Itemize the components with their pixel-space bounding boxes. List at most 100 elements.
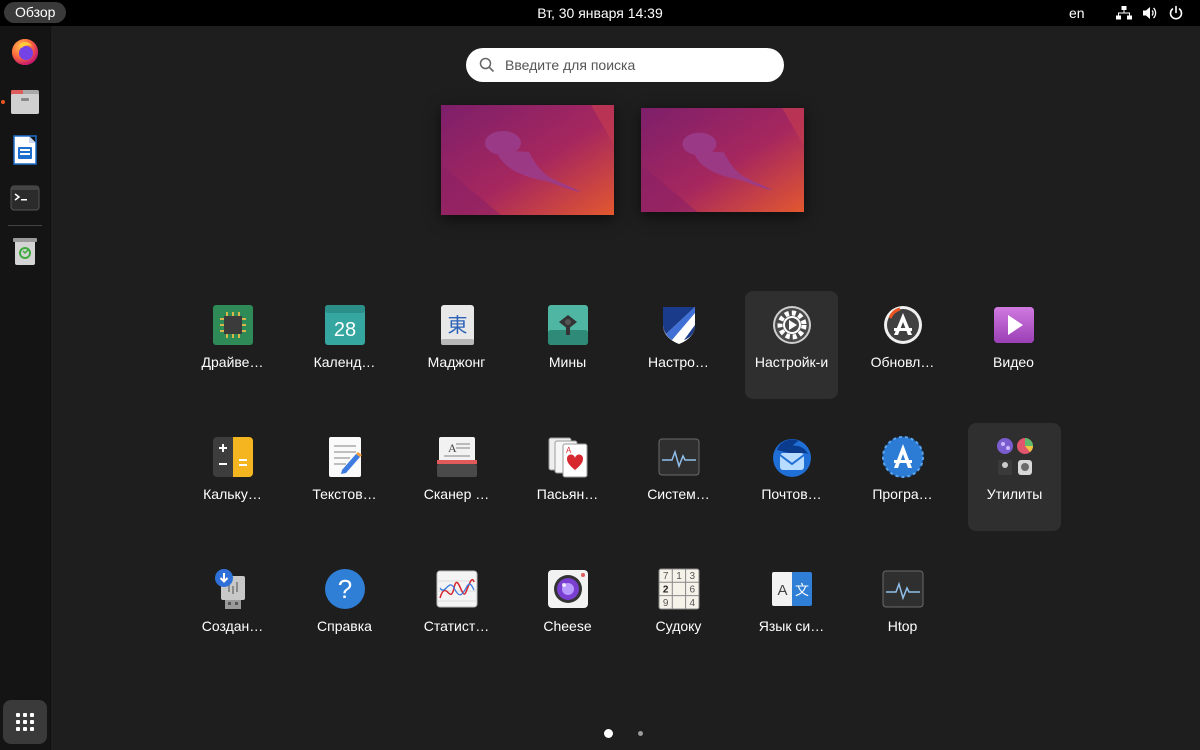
folder-utilities-icon: [994, 436, 1036, 478]
volume-icon[interactable]: [1142, 5, 1158, 21]
app-thunderbird[interactable]: Почтов…: [745, 423, 838, 531]
app-label: Видео: [993, 354, 1034, 370]
app-label: Настро…: [648, 354, 709, 370]
app-label: Пасьян…: [536, 486, 599, 502]
app-label: Кальку…: [203, 486, 262, 502]
help-question-mark: ?: [338, 574, 352, 604]
app-label: Статист…: [423, 618, 490, 634]
app-updater[interactable]: Обновл…: [856, 291, 949, 399]
calendar-day: 28: [334, 319, 356, 341]
usb-creator-icon: [212, 568, 254, 610]
app-label: Текстов…: [312, 486, 377, 502]
app-mines[interactable]: Мины: [521, 291, 614, 399]
app-grid-icon: [16, 713, 34, 731]
terminal-icon[interactable]: [6, 179, 44, 217]
app-solitaire[interactable]: A Пасьян…: [521, 423, 614, 531]
search-bar[interactable]: [466, 48, 784, 82]
app-label: Маджонг: [427, 354, 486, 370]
app-calendar[interactable]: 28 Календ…: [298, 291, 391, 399]
app-label: Создан…: [201, 618, 264, 634]
app-label: Почтов…: [761, 486, 822, 502]
dock: [0, 26, 51, 750]
files-icon[interactable]: [6, 83, 44, 121]
app-mahjong[interactable]: 東 Маджонг: [410, 291, 503, 399]
app-system-monitor[interactable]: Систем…: [632, 423, 725, 531]
app-label: Язык си…: [758, 618, 825, 634]
firefox-icon[interactable]: [6, 33, 44, 71]
workspace-thumbnail-2[interactable]: [641, 108, 804, 212]
sudoku-cell: 3: [690, 571, 696, 582]
sudoku-cell: 6: [690, 585, 696, 596]
app-label: Календ…: [313, 354, 376, 370]
app-label: Htop: [887, 618, 918, 634]
system-monitor-icon: [658, 436, 700, 478]
sudoku-cell: 4: [690, 598, 696, 609]
dock-separator: [8, 225, 42, 226]
app-label: Справка: [317, 618, 372, 634]
app-label: Мины: [548, 354, 587, 370]
page-dot-active[interactable]: [604, 729, 613, 738]
app-usb-creator[interactable]: Создан…: [186, 555, 279, 663]
app-label: Систем…: [647, 486, 710, 502]
help-icon: ?: [324, 568, 366, 610]
card-rank: A: [566, 446, 572, 455]
language-indicator[interactable]: en: [1069, 0, 1085, 26]
app-help[interactable]: ? Справка: [298, 555, 391, 663]
app-software[interactable]: Програ…: [856, 423, 949, 531]
page-dot[interactable]: [638, 731, 643, 736]
top-bar: Обзор Вт, 30 января 14:39 en: [0, 0, 1200, 26]
calendar-icon: 28: [324, 304, 366, 346]
app-statistics[interactable]: Статист…: [410, 555, 503, 663]
calculator-icon: [212, 436, 254, 478]
cards-icon: A: [547, 436, 589, 478]
app-scanner[interactable]: A Сканер …: [410, 423, 503, 531]
app-drivers[interactable]: Драйве…: [186, 291, 279, 399]
app-sudoku[interactable]: 7 1 3 2 6 9 4 Судоку: [632, 555, 725, 663]
scanner-letter: A: [448, 441, 457, 455]
text-editor-icon: [324, 436, 366, 478]
app-label: Сканер …: [423, 486, 490, 502]
sudoku-icon: 7 1 3 2 6 9 4: [658, 568, 700, 610]
app-grid-button[interactable]: [3, 700, 47, 744]
htop-icon: [882, 568, 924, 610]
language-cjk-glyph: 文: [795, 583, 809, 599]
app-label: Утилиты: [986, 486, 1043, 502]
clock[interactable]: Вт, 30 января 14:39: [537, 5, 663, 21]
writer-icon[interactable]: [6, 131, 44, 169]
language-latin-glyph: A: [777, 582, 787, 599]
trash-icon[interactable]: [6, 232, 44, 270]
app-label: Судоку: [655, 618, 702, 634]
activities-button[interactable]: Обзор: [4, 2, 67, 23]
language-icon: A文: [771, 568, 813, 610]
app-folder-utilities[interactable]: Утилиты: [968, 423, 1061, 531]
app-label: Cheese: [543, 618, 592, 634]
workspace-thumbnail-1[interactable]: [441, 105, 614, 215]
mines-icon: [547, 304, 589, 346]
sudoku-cell: 1: [676, 571, 682, 582]
app-text-editor[interactable]: Текстов…: [298, 423, 391, 531]
search-icon: [479, 57, 495, 73]
app-security-settings[interactable]: Настро…: [632, 291, 725, 399]
network-icon[interactable]: [1116, 5, 1132, 21]
power-icon[interactable]: [1168, 5, 1184, 21]
app-htop[interactable]: Htop: [856, 555, 949, 663]
app-video[interactable]: Видео: [967, 291, 1060, 399]
settings-gear-icon: [771, 304, 813, 346]
mahjong-icon: 東: [436, 304, 478, 346]
app-settings[interactable]: Настройк-и: [745, 291, 838, 399]
scanner-icon: A: [436, 436, 478, 478]
app-label: Програ…: [872, 486, 933, 502]
app-language-support[interactable]: A文 Язык си…: [745, 555, 838, 663]
running-indicator: [1, 100, 5, 104]
statistics-icon: [436, 568, 478, 610]
search-input[interactable]: [505, 57, 765, 73]
video-icon: [993, 304, 1035, 346]
app-label: Обновл…: [870, 354, 935, 370]
sudoku-cell: 2: [663, 585, 669, 596]
mahjong-tile-char: 東: [448, 313, 468, 337]
app-calculator[interactable]: Кальку…: [186, 423, 279, 531]
shield-icon: [658, 304, 700, 346]
camera-icon: [547, 568, 589, 610]
clock-container: Вт, 30 января 14:39: [0, 0, 1200, 26]
app-cheese[interactable]: Cheese: [521, 555, 614, 663]
